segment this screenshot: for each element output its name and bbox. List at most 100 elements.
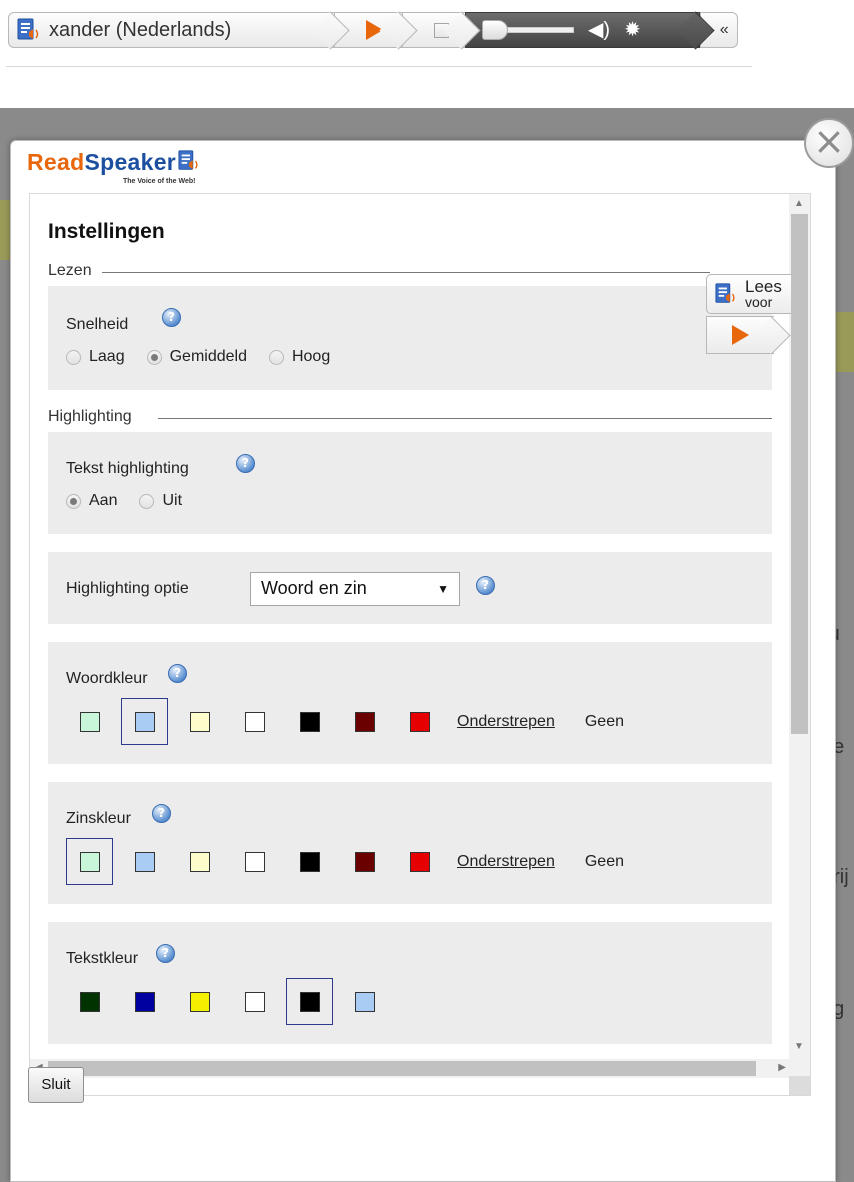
help-icon[interactable] bbox=[168, 664, 187, 683]
sluit-button[interactable]: Sluit bbox=[28, 1067, 84, 1103]
scroll-right-icon[interactable]: ▶ bbox=[778, 1062, 786, 1073]
scroll-down-icon[interactable]: ▼ bbox=[794, 1041, 804, 1052]
color-swatch-fill bbox=[299, 711, 320, 732]
lees-voor-button[interactable]: Lees voor bbox=[706, 274, 791, 314]
scrollbar-thumb[interactable] bbox=[791, 214, 808, 734]
help-icon[interactable] bbox=[476, 576, 495, 595]
volume-icon[interactable]: ◀) bbox=[588, 20, 610, 40]
color-swatch[interactable] bbox=[66, 978, 113, 1025]
color-swatch-fill bbox=[244, 711, 265, 732]
voice-selector[interactable]: xander (Nederlands) bbox=[8, 12, 335, 48]
color-swatch-fill bbox=[79, 711, 100, 732]
tekstkleur-swatches bbox=[66, 978, 396, 1025]
legend-line bbox=[158, 418, 772, 419]
color-swatch[interactable] bbox=[341, 698, 388, 745]
color-swatch-fill bbox=[189, 991, 210, 1012]
highlighting-optie-box: Highlighting optie Woord en zin ▼ bbox=[48, 552, 772, 624]
color-swatch[interactable] bbox=[396, 698, 443, 745]
color-swatch[interactable] bbox=[231, 978, 278, 1025]
radio-button[interactable] bbox=[66, 493, 81, 509]
radio-gemiddeld[interactable]: Gemiddeld bbox=[146, 348, 247, 366]
legend-highlighting: Highlighting bbox=[48, 408, 132, 425]
help-icon[interactable] bbox=[156, 944, 175, 963]
color-swatch-fill bbox=[79, 851, 100, 872]
color-swatch[interactable] bbox=[66, 698, 113, 745]
lees-voor-play-button[interactable] bbox=[706, 316, 774, 354]
scrollbar-thumb[interactable] bbox=[48, 1061, 756, 1076]
color-swatch[interactable] bbox=[341, 838, 388, 885]
color-swatch[interactable] bbox=[121, 698, 168, 745]
vertical-scrollbar[interactable]: ▲ ▼ bbox=[789, 194, 810, 1078]
color-swatch[interactable] bbox=[341, 978, 388, 1025]
help-icon[interactable] bbox=[162, 308, 181, 327]
select-value: Woord en zin bbox=[261, 578, 367, 598]
color-swatch[interactable] bbox=[286, 698, 333, 745]
radio-button[interactable] bbox=[268, 349, 284, 365]
woordkleur-box: Woordkleur Onderstrepen Geen bbox=[48, 642, 772, 764]
readspeaker-toolbar: xander (Nederlands) ◀) ✹ « bbox=[8, 12, 739, 48]
color-swatch-fill bbox=[134, 991, 155, 1012]
radio-laag[interactable]: Laag bbox=[66, 348, 125, 366]
close-icon[interactable]: × bbox=[804, 118, 854, 168]
lees-voor-line2: voor bbox=[745, 293, 773, 310]
radio-label: Aan bbox=[89, 492, 118, 509]
snelheid-label: Snelheid bbox=[66, 316, 129, 333]
color-swatch-fill bbox=[354, 851, 375, 872]
color-swatch[interactable] bbox=[396, 838, 443, 885]
scrollbar-corner bbox=[789, 1076, 810, 1095]
chevron-double-left-icon: « bbox=[719, 21, 729, 38]
radio-uit[interactable]: Uit bbox=[139, 492, 182, 510]
underline-link[interactable]: Onderstrepen bbox=[457, 713, 555, 731]
snelheid-box: Snelheid Laag Gemiddeld Hoog bbox=[48, 286, 772, 390]
color-swatch[interactable] bbox=[176, 978, 223, 1025]
slider-knob[interactable] bbox=[482, 20, 509, 40]
tekst-highlighting-label: Tekst highlighting bbox=[66, 460, 189, 477]
color-swatch[interactable] bbox=[176, 838, 223, 885]
scroll-up-icon[interactable]: ▲ bbox=[794, 198, 804, 209]
zinskleur-swatches: Onderstrepen Geen bbox=[66, 838, 624, 885]
underline-link[interactable]: Onderstrepen bbox=[457, 853, 555, 871]
color-swatch[interactable] bbox=[231, 838, 278, 885]
settings-panel: Instellingen Lees voor Lezen Snelheid ? … bbox=[29, 193, 811, 1096]
help-icon[interactable] bbox=[236, 454, 255, 473]
color-swatch-fill bbox=[244, 851, 265, 872]
color-swatch[interactable] bbox=[121, 978, 168, 1025]
voice-label: xander (Nederlands) bbox=[49, 18, 232, 41]
color-swatch-fill bbox=[409, 851, 430, 872]
highlighting-optie-select[interactable]: Woord en zin ▼ bbox=[250, 572, 460, 606]
color-swatch[interactable] bbox=[286, 838, 333, 885]
radio-hoog[interactable]: Hoog bbox=[268, 348, 330, 366]
none-option[interactable]: Geen bbox=[585, 853, 624, 871]
legend-lezen: Lezen bbox=[48, 262, 92, 279]
color-swatch[interactable] bbox=[231, 698, 278, 745]
settings-icon[interactable]: ✹ bbox=[624, 20, 641, 40]
woordkleur-swatches: Onderstrepen Geen bbox=[66, 698, 624, 745]
color-swatch[interactable] bbox=[121, 838, 168, 885]
color-swatch-fill bbox=[354, 711, 375, 732]
readspeaker-icon bbox=[17, 18, 39, 40]
woordkleur-label: Woordkleur bbox=[66, 670, 148, 687]
color-swatch[interactable] bbox=[66, 838, 113, 885]
radio-aan[interactable]: Aan bbox=[66, 492, 117, 510]
play-icon bbox=[365, 20, 383, 40]
readspeaker-logo: ReadSpeaker The Voice of the Web! bbox=[27, 149, 202, 189]
logo-speaker: Speaker bbox=[84, 149, 177, 175]
help-icon[interactable] bbox=[152, 804, 171, 823]
horizontal-scrollbar[interactable]: ◀ ▶ bbox=[30, 1059, 791, 1078]
radio-label: Uit bbox=[162, 492, 183, 509]
color-swatch-fill bbox=[299, 851, 320, 872]
progress-slider[interactable] bbox=[482, 20, 575, 40]
radio-button[interactable] bbox=[66, 349, 81, 365]
none-option[interactable]: Geen bbox=[585, 713, 624, 731]
stop-icon bbox=[434, 22, 450, 38]
radio-button[interactable] bbox=[139, 493, 155, 509]
color-swatch-fill bbox=[189, 711, 210, 732]
readspeaker-icon bbox=[715, 283, 735, 303]
color-swatch-fill bbox=[189, 851, 210, 872]
color-swatch[interactable] bbox=[176, 698, 223, 745]
tekst-highlighting-box: Tekst highlighting Aan Uit bbox=[48, 432, 772, 534]
background-strip bbox=[836, 312, 854, 372]
radio-button[interactable] bbox=[146, 349, 162, 365]
settings-content: Instellingen Lees voor Lezen Snelheid ? … bbox=[30, 194, 791, 1078]
color-swatch[interactable] bbox=[286, 978, 333, 1025]
